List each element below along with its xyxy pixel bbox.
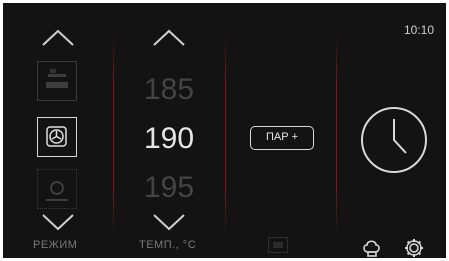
temperature-option-higher[interactable]: 195 [114,171,224,205]
column-divider [225,33,226,238]
convection-fan-mode-icon[interactable] [37,117,77,157]
mode-up-chevron-icon[interactable] [41,29,75,47]
fan-bottom-heat-mode-icon[interactable] [37,169,77,209]
mode-down-chevron-icon[interactable] [41,213,75,231]
temperature-selected-value[interactable]: 190 [114,122,224,156]
clock-time: 10:10 [403,23,434,37]
temperature-down-chevron-icon[interactable] [152,213,186,231]
chef-hat-icon[interactable] [361,237,383,258]
gear-icon[interactable] [403,237,425,258]
steam-indicator-icon [268,237,288,253]
steam-plus-button[interactable]: ПАР + [250,126,314,150]
mode-label: РЕЖИМ [33,239,78,251]
temperature-up-chevron-icon[interactable] [152,29,186,47]
timer-clock-icon[interactable] [359,105,429,180]
temperature-option-lower[interactable]: 185 [114,73,224,107]
oven-control-screen: РЕЖИМ 185 190 195 ТЕМП., °C ПАР + 10:10 [3,3,446,258]
column-divider [336,33,337,238]
temperature-label: ТЕМП., °C [139,239,197,251]
top-heat-mode-icon[interactable] [37,61,77,101]
